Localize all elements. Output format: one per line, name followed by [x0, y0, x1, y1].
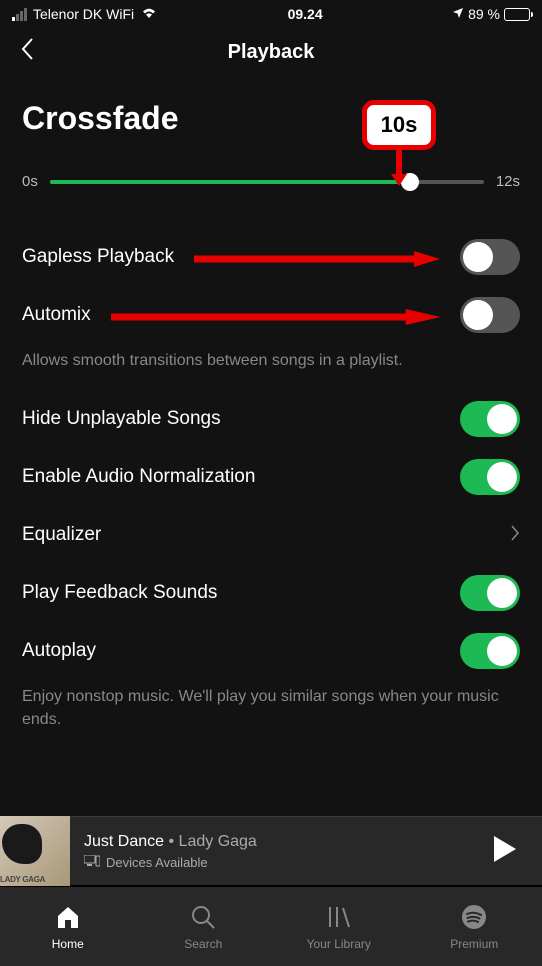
- tab-label: Premium: [450, 937, 498, 951]
- autoplay-description: Enjoy nonstop music. We'll play you simi…: [22, 680, 520, 749]
- location-icon: [452, 6, 464, 22]
- tab-label: Search: [184, 937, 222, 951]
- battery-percent: 89 %: [468, 6, 500, 22]
- setting-label: Hide Unplayable Songs: [22, 408, 221, 430]
- search-icon: [190, 903, 216, 931]
- separator: •: [164, 833, 179, 850]
- chevron-right-icon: [510, 522, 520, 548]
- album-art: LADY GAGA: [0, 816, 70, 886]
- devices-available[interactable]: Devices Available: [84, 855, 468, 870]
- setting-label: Automix: [22, 304, 91, 326]
- play-button[interactable]: [468, 834, 542, 869]
- artist-name: Lady Gaga: [179, 833, 257, 850]
- setting-hide-unplayable: Hide Unplayable Songs: [22, 390, 520, 448]
- track-info: Just Dance • Lady Gaga Devices Available: [70, 833, 468, 870]
- devices-icon: [84, 855, 100, 870]
- slider-max-label: 12s: [496, 173, 520, 190]
- track-title: Just Dance • Lady Gaga: [84, 833, 468, 851]
- automix-description: Allows smooth transitions between songs …: [22, 344, 520, 390]
- status-left: Telenor DK WiFi: [12, 6, 158, 22]
- bottom-nav: Home Search Your Library Premium: [0, 886, 542, 966]
- spotify-icon: [461, 903, 487, 931]
- status-bar: Telenor DK WiFi 09.24 89 %: [0, 0, 542, 28]
- slider-min-label: 0s: [22, 173, 38, 190]
- toggle-automix[interactable]: [460, 297, 520, 333]
- annotation-arrow-down: [389, 148, 409, 193]
- back-button[interactable]: [20, 36, 34, 68]
- annotation-arrow-automix: [111, 309, 440, 321]
- annotation-arrow-gapless: [194, 251, 440, 263]
- song-name: Just Dance: [84, 833, 164, 850]
- tab-library[interactable]: Your Library: [271, 887, 407, 966]
- toggle-feedback[interactable]: [460, 575, 520, 611]
- crossfade-title: Crossfade: [22, 100, 520, 137]
- tab-label: Your Library: [307, 937, 371, 951]
- setting-label: Play Feedback Sounds: [22, 582, 217, 604]
- toggle-normalization[interactable]: [460, 459, 520, 495]
- content: Crossfade 10s 0s 12s Gapless Playback Au…: [0, 76, 542, 749]
- battery-icon: [504, 8, 530, 21]
- now-playing-bar[interactable]: LADY GAGA Just Dance • Lady Gaga Devices…: [0, 816, 542, 886]
- crossfade-slider[interactable]: [50, 180, 484, 184]
- setting-label: Autoplay: [22, 640, 96, 662]
- setting-normalization: Enable Audio Normalization: [22, 448, 520, 506]
- setting-equalizer[interactable]: Equalizer: [22, 506, 520, 564]
- setting-label: Enable Audio Normalization: [22, 466, 255, 488]
- tab-label: Home: [52, 937, 84, 951]
- library-icon: [326, 903, 352, 931]
- tab-home[interactable]: Home: [0, 887, 136, 966]
- annotation-callout: 10s: [362, 100, 436, 150]
- page-title: Playback: [228, 41, 315, 64]
- setting-gapless: Gapless Playback: [22, 228, 520, 286]
- setting-feedback: Play Feedback Sounds: [22, 564, 520, 622]
- crossfade-slider-row: 0s 12s: [22, 173, 520, 190]
- setting-label: Equalizer: [22, 524, 101, 546]
- toggle-hide-unplayable[interactable]: [460, 401, 520, 437]
- album-art-text: LADY GAGA: [0, 875, 45, 884]
- setting-automix: Automix: [22, 286, 520, 344]
- toggle-autoplay[interactable]: [460, 633, 520, 669]
- tab-premium[interactable]: Premium: [407, 887, 542, 966]
- tab-search[interactable]: Search: [136, 887, 272, 966]
- home-icon: [55, 903, 81, 931]
- devices-label: Devices Available: [106, 855, 208, 870]
- clock: 09.24: [288, 6, 323, 22]
- status-right: 89 %: [452, 6, 530, 22]
- signal-icon: [12, 8, 27, 21]
- setting-autoplay: Autoplay: [22, 622, 520, 680]
- wifi-icon: [140, 6, 158, 22]
- setting-label: Gapless Playback: [22, 246, 174, 268]
- toggle-gapless[interactable]: [460, 239, 520, 275]
- carrier-label: Telenor DK WiFi: [33, 6, 134, 22]
- nav-header: Playback: [0, 28, 542, 76]
